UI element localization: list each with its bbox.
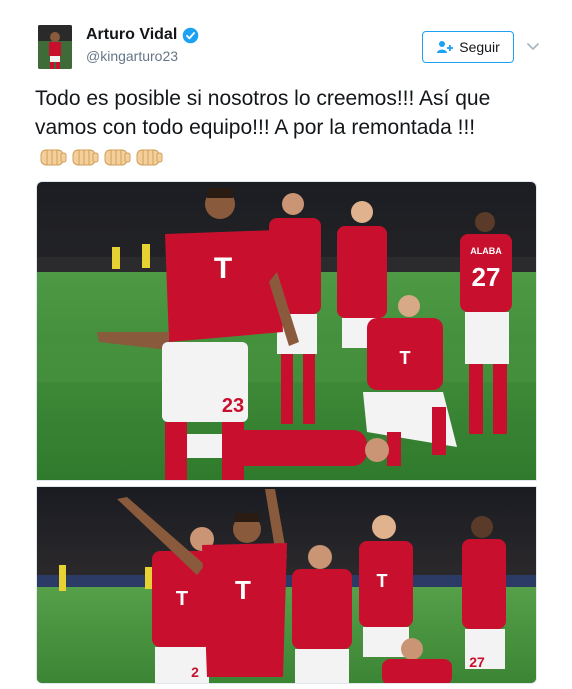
follow-button[interactable]: Seguir	[422, 31, 514, 63]
svg-text:T: T	[214, 252, 232, 285]
fist-bump-icon	[40, 149, 67, 166]
avatar[interactable]	[38, 25, 72, 69]
tweet-text: Todo es posible si nosotros lo creemos!!…	[35, 84, 547, 171]
tweet-body: Todo es posible si nosotros lo creemos!!…	[35, 87, 491, 139]
add-user-icon	[437, 41, 454, 53]
emoji-group	[39, 144, 163, 168]
jersey-number: 27	[469, 654, 485, 670]
fist-bump-icon	[72, 149, 99, 166]
fist-bump-icon	[104, 149, 131, 166]
fist-bump-icon	[136, 149, 163, 166]
user-name[interactable]: Arturo Vidal	[86, 26, 177, 44]
jersey-number: 23	[222, 395, 244, 417]
follow-label: Seguir	[459, 39, 500, 55]
verified-badge-icon	[182, 27, 199, 44]
tweet-photo-2[interactable]: 27 T T 2 T	[36, 486, 537, 684]
svg-text:T: T	[400, 348, 411, 368]
jersey-number: 2	[191, 664, 199, 680]
tweet-photo-1[interactable]: 27 ALABA T T 23	[36, 181, 537, 481]
user-handle[interactable]: @kingarturo23	[86, 48, 178, 64]
tweet-header: Arturo Vidal @kingarturo23 Seguir	[0, 0, 572, 80]
jersey-number: 27	[472, 262, 501, 292]
svg-text:T: T	[176, 588, 188, 610]
chevron-down-icon[interactable]	[525, 38, 541, 54]
jersey-player-name: ALABA	[470, 246, 502, 256]
svg-text:T: T	[377, 571, 388, 591]
svg-text:T: T	[235, 575, 251, 605]
